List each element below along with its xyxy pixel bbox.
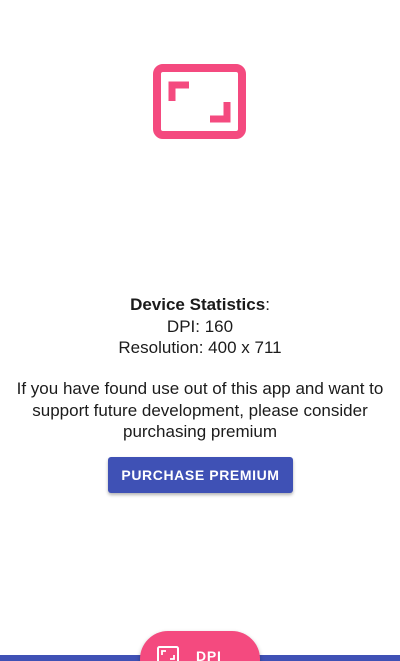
dpi-fab-button[interactable]: DPI xyxy=(140,631,260,661)
purchase-premium-button[interactable]: PURCHASE PREMIUM xyxy=(108,457,293,493)
dpi-value: DPI: 160 xyxy=(166,316,234,336)
stats-title-line: Device Statistics: xyxy=(0,294,400,316)
fullscreen-corners-icon xyxy=(153,64,246,139)
resolution-value: Resolution: 400 x 711 xyxy=(118,338,282,357)
stats-title: Device Statistics xyxy=(130,295,266,314)
app-screen: Device Statistics: DPI: 160 Resolution: … xyxy=(0,0,400,661)
fab-label: DPI xyxy=(196,648,222,661)
fullscreen-corners-icon xyxy=(157,646,179,661)
support-message: If you have found use out of this app an… xyxy=(16,379,384,441)
device-statistics: Device Statistics: DPI: 160 Resolution: … xyxy=(0,294,400,359)
stats-title-suffix: : xyxy=(265,295,270,314)
